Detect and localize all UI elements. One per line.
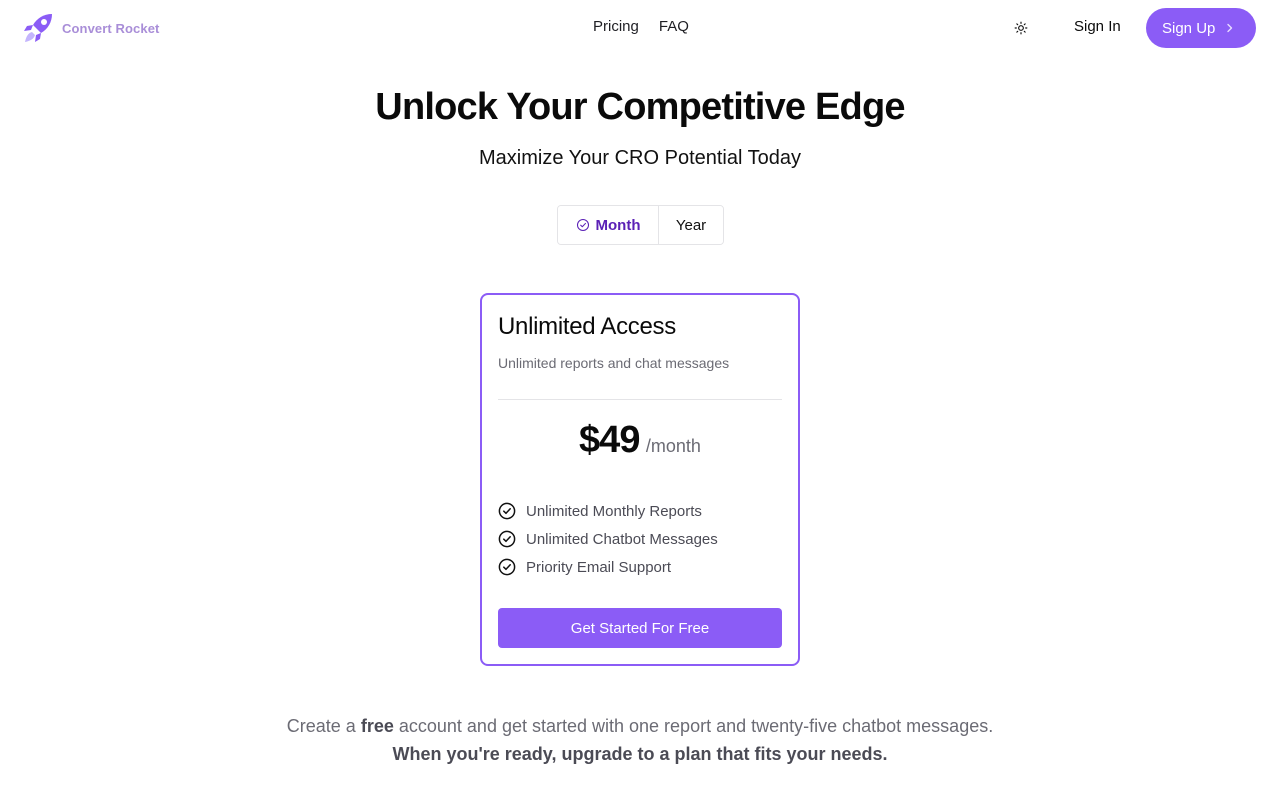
card-divider [498, 399, 782, 400]
footer-note-prefix: Create a [286, 716, 356, 736]
sun-icon [1014, 21, 1028, 35]
header: Convert Rocket Pricing FAQ Sign In Sign … [0, 0, 1280, 56]
footer-note-suffix: account and get started with one report … [398, 716, 994, 736]
feature-item: Unlimited Chatbot Messages [498, 525, 718, 553]
plan-description: Unlimited reports and chat messages [498, 355, 730, 371]
footer-note-line2: When you're ready, upgrade to a plan tha… [392, 744, 888, 764]
price-period: /month [645, 436, 701, 456]
feature-item: Unlimited Monthly Reports [498, 497, 718, 525]
footer-note-free: free [360, 716, 394, 736]
feature-list: Unlimited Monthly Reports Unlimited Chat… [498, 497, 718, 581]
page-title: Unlock Your Competitive Edge [375, 86, 905, 128]
sign-up-button[interactable]: Sign Up [1146, 8, 1256, 48]
sign-in-link[interactable]: Sign In [1074, 18, 1121, 35]
page-subtitle: Maximize Your CRO Potential Today [478, 147, 801, 169]
get-started-button[interactable]: Get Started For Free [498, 608, 782, 648]
brand-link[interactable]: Convert Rocket [22, 12, 159, 44]
billing-period-toggle: Month Year [557, 205, 724, 245]
check-circle-icon [576, 218, 589, 232]
billing-option-month[interactable]: Month [558, 206, 659, 244]
pricing-card: Unlimited Access Unlimited reports and c… [480, 293, 800, 666]
chevron-right-icon [1227, 23, 1233, 33]
billing-option-year-label: Year [675, 216, 707, 234]
sign-up-label: Sign Up [1162, 19, 1216, 37]
plan-name: Unlimited Access [498, 313, 676, 340]
feature-text: Unlimited Monthly Reports [526, 502, 702, 520]
footer-note-line1: Create a free account and get started wi… [0, 716, 1280, 737]
nav-link-pricing[interactable]: Pricing [593, 18, 639, 35]
brand-name: Convert Rocket [62, 20, 160, 36]
check-circle-icon [498, 530, 516, 548]
nav-link-faq[interactable]: FAQ [659, 18, 689, 35]
feature-text: Priority Email Support [526, 558, 672, 576]
plan-price: $49 /month [482, 419, 798, 462]
price-amount: $49 [579, 419, 640, 461]
rocket-icon [24, 14, 52, 42]
main-nav: Pricing FAQ [593, 18, 689, 35]
feature-item: Priority Email Support [498, 553, 718, 581]
billing-option-year[interactable]: Year [659, 206, 723, 244]
theme-toggle-button[interactable] [1008, 15, 1034, 41]
billing-option-month-label: Month [595, 216, 641, 234]
check-circle-icon [498, 502, 516, 520]
check-circle-icon [498, 558, 516, 576]
feature-text: Unlimited Chatbot Messages [526, 530, 718, 548]
